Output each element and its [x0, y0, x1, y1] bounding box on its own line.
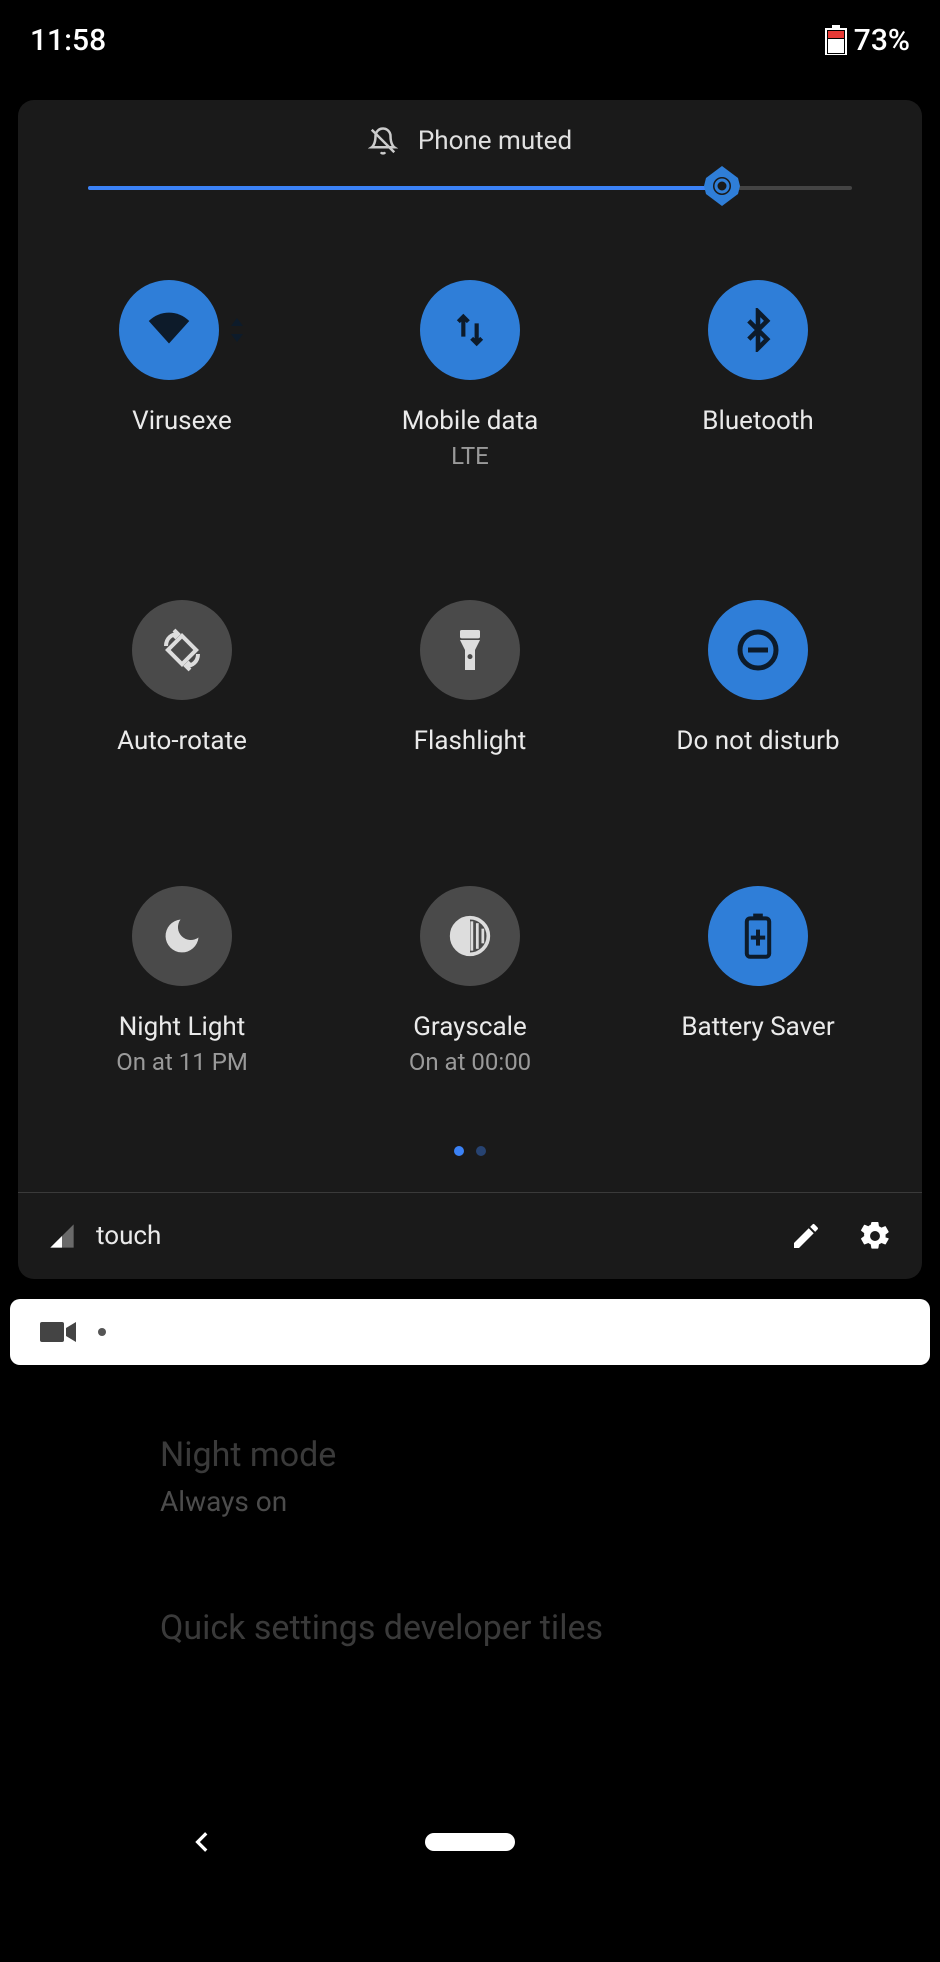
flashlight-icon	[450, 626, 490, 674]
dnd-icon	[734, 626, 782, 674]
tiles-grid: Virusexe Mobile data LTE Bluetooth	[18, 240, 922, 1146]
signal-icon	[48, 1222, 76, 1250]
notification-strip[interactable]	[10, 1299, 930, 1365]
tile-label: Flashlight	[414, 726, 527, 756]
tile-wifi[interactable]: Virusexe	[38, 280, 326, 470]
night-light-icon	[160, 914, 204, 958]
carrier-label: touch	[96, 1221, 161, 1251]
tile-mobile-data[interactable]: Mobile data LTE	[326, 280, 614, 470]
brightness-thumb-icon	[700, 164, 744, 208]
qs-footer: touch	[18, 1192, 922, 1279]
tile-battery-saver[interactable]: Battery Saver	[614, 886, 902, 1076]
page-indicator	[18, 1146, 922, 1192]
tile-flashlight[interactable]: Flashlight	[326, 600, 614, 756]
tile-label: Auto-rotate	[117, 726, 247, 756]
page-dot-2	[476, 1146, 486, 1156]
tile-bluetooth[interactable]: Bluetooth	[614, 280, 902, 470]
navigation-bar	[0, 1802, 940, 1882]
tile-label: Do not disturb	[676, 726, 839, 756]
tile-label: Battery Saver	[681, 1012, 834, 1042]
tile-night-light[interactable]: Night Light On at 11 PM	[38, 886, 326, 1076]
battery-saver-icon	[741, 912, 775, 960]
wifi-icon	[142, 303, 196, 357]
chevron-expand-icon	[229, 316, 245, 344]
tile-label: Bluetooth	[702, 406, 813, 436]
status-right-cluster: 73%	[824, 23, 910, 58]
bg-night-mode-sub: Always on	[160, 1485, 780, 1518]
tile-sub: On at 00:00	[409, 1048, 531, 1076]
tile-label: Grayscale	[413, 1012, 527, 1042]
tile-auto-rotate[interactable]: Auto-rotate	[38, 600, 326, 756]
edit-icon[interactable]	[790, 1220, 822, 1252]
brightness-slider[interactable]	[18, 176, 922, 240]
bell-off-icon	[368, 126, 398, 156]
battery-icon	[824, 25, 848, 55]
bg-night-mode-title: Night mode	[160, 1435, 780, 1475]
status-time: 11:58	[30, 23, 106, 58]
battery-percent: 73%	[854, 23, 910, 58]
mobile-data-icon	[450, 310, 490, 350]
home-pill[interactable]	[425, 1833, 515, 1851]
qs-header-text: Phone muted	[418, 126, 572, 156]
tile-label: Night Light	[119, 1012, 246, 1042]
bg-dev-tiles-title: Quick settings developer tiles	[160, 1608, 780, 1648]
notification-dot-icon	[98, 1328, 106, 1336]
bluetooth-icon	[736, 308, 780, 352]
status-bar: 11:58 73%	[0, 0, 940, 80]
tile-sub: On at 11 PM	[116, 1048, 248, 1076]
tile-grayscale[interactable]: Grayscale On at 00:00	[326, 886, 614, 1076]
auto-rotate-icon	[158, 626, 206, 674]
tile-do-not-disturb[interactable]: Do not disturb	[614, 600, 902, 756]
tile-sub: LTE	[451, 442, 489, 470]
tile-label: Virusexe	[132, 406, 232, 436]
background-settings: Night mode Always on Quick settings deve…	[0, 1365, 940, 1648]
gear-icon[interactable]	[858, 1219, 892, 1253]
grayscale-icon	[448, 914, 492, 958]
back-icon[interactable]	[190, 1829, 216, 1855]
qs-header: Phone muted	[18, 100, 922, 176]
tile-label: Mobile data	[402, 406, 538, 436]
page-dot-1	[454, 1146, 464, 1156]
quick-settings-panel: Phone muted	[18, 100, 922, 1279]
video-camera-icon	[40, 1320, 76, 1344]
